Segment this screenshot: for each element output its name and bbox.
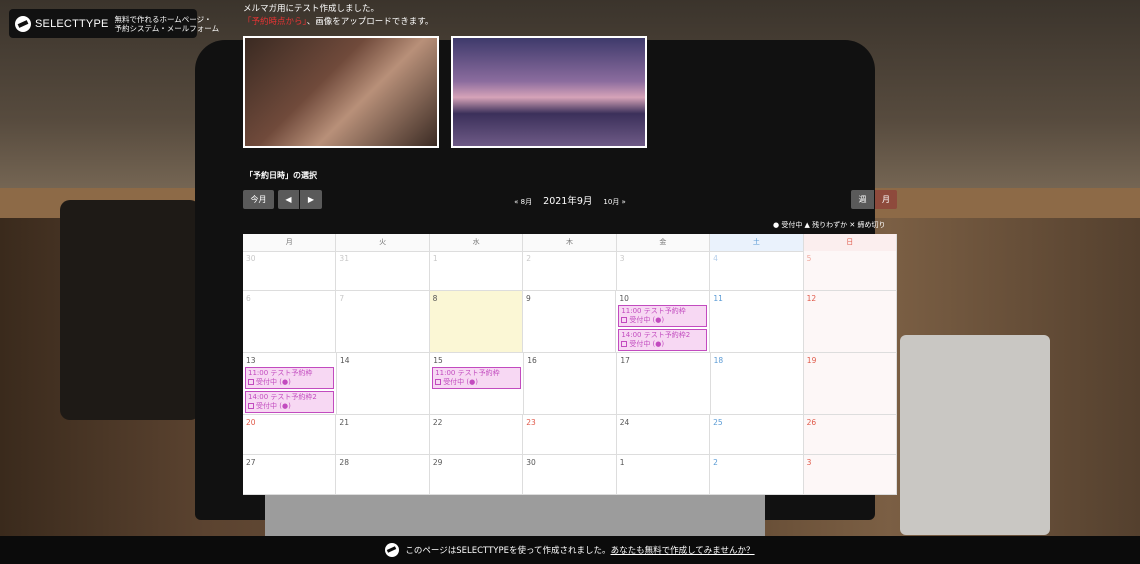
event-title: 14:00 テスト予約枠2 bbox=[621, 331, 691, 339]
day-cell[interactable]: 30 bbox=[243, 251, 337, 291]
day-cell[interactable]: 1 bbox=[616, 455, 711, 495]
event-status: 受付中 (●) bbox=[256, 402, 291, 410]
logo-tagline: 無料で作れるホームページ・ 予約システム・メールフォーム bbox=[114, 14, 220, 33]
day-cell[interactable]: 18 bbox=[710, 353, 804, 415]
day-cell[interactable]: 13 11:00 テスト予約枠 受付中 (●) 14:00 テスト予約枠2 受付… bbox=[243, 353, 337, 415]
day-cell[interactable]: 30 bbox=[523, 455, 617, 495]
day-cell[interactable]: 3 bbox=[616, 251, 711, 291]
day-cell[interactable]: 3 bbox=[803, 455, 897, 495]
day-cell[interactable]: 2 bbox=[710, 455, 804, 495]
day-cell[interactable]: 5 bbox=[803, 251, 897, 291]
intro-text: メルマガ用にテスト作成しました。 「予約時点から」、画像をアップロードできます。 bbox=[243, 4, 434, 27]
day-cell[interactable]: 21 bbox=[336, 415, 430, 455]
footer: このページはSELECTTYPEを使って作成されました。 あなたも無料で作成して… bbox=[0, 536, 1140, 564]
calendar: 月 火 水 木 金 土 日 30 31 1 2 3 4 5 6 7 8 9 10… bbox=[243, 234, 897, 495]
day-number: 10 bbox=[619, 294, 629, 303]
day-cell[interactable]: 1 bbox=[429, 251, 524, 291]
prev-month-link[interactable]: « 8月 bbox=[514, 198, 532, 206]
day-cell[interactable]: 19 bbox=[803, 353, 897, 415]
event-slot[interactable]: 11:00 テスト予約枠 受付中 (●) bbox=[245, 367, 334, 389]
event-title: 11:00 テスト予約枠 bbox=[435, 369, 500, 377]
calendar-header: 月 火 水 木 金 土 日 bbox=[243, 234, 897, 252]
next-month-link[interactable]: 10月 » bbox=[603, 198, 625, 206]
day-cell[interactable]: 23 bbox=[523, 415, 617, 455]
weekday-thu: 木 bbox=[523, 234, 617, 252]
day-cell[interactable]: 10 11:00 テスト予約枠 受付中 (●) 14:00 テスト予約枠2 受付… bbox=[616, 291, 711, 353]
day-number: 15 bbox=[433, 356, 443, 365]
day-cell[interactable]: 17 bbox=[617, 353, 711, 415]
day-cell[interactable]: 7 bbox=[336, 291, 430, 353]
event-title: 11:00 テスト予約枠 bbox=[621, 307, 686, 315]
day-cell[interactable]: 25 bbox=[710, 415, 804, 455]
footer-link[interactable]: あなたも無料で作成してみませんか？ bbox=[611, 544, 755, 556]
day-number: 13 bbox=[246, 356, 256, 365]
event-title: 11:00 テスト予約枠 bbox=[248, 369, 313, 377]
weekday-sun: 日 bbox=[803, 234, 897, 252]
event-status: 受付中 (●) bbox=[443, 378, 478, 386]
selecttype-logo-icon bbox=[15, 15, 31, 32]
weekday-fri: 金 bbox=[616, 234, 711, 252]
event-slot[interactable]: 14:00 テスト予約枠2 受付中 (●) bbox=[618, 329, 708, 351]
selecttype-logo[interactable]: SELECTTYPE 無料で作れるホームページ・ 予約システム・メールフォーム bbox=[9, 9, 219, 38]
day-cell[interactable]: 6 bbox=[243, 291, 337, 353]
event-status: 受付中 (●) bbox=[256, 378, 291, 386]
weekday-sat: 土 bbox=[710, 234, 804, 252]
weekday-tue: 火 bbox=[336, 234, 430, 252]
day-cell[interactable]: 20 bbox=[243, 415, 337, 455]
current-month: 2021年9月 bbox=[543, 196, 593, 207]
event-status: 受付中 (●) bbox=[629, 340, 665, 348]
day-cell[interactable]: 29 bbox=[429, 455, 524, 495]
calendar-icon bbox=[248, 403, 254, 409]
weekday-wed: 水 bbox=[429, 234, 524, 252]
calendar-icon bbox=[621, 317, 628, 323]
day-cell[interactable]: 11 bbox=[710, 291, 804, 353]
day-cell[interactable]: 15 11:00 テスト予約枠 受付中 (●) bbox=[430, 353, 525, 415]
windmill-photo bbox=[451, 36, 647, 148]
section-title: 「予約日時」の選択 bbox=[245, 171, 317, 180]
event-slot[interactable]: 11:00 テスト予約枠 受付中 (●) bbox=[432, 367, 522, 389]
today-cell[interactable]: 8 bbox=[429, 291, 523, 353]
calendar-icon bbox=[621, 341, 628, 347]
month-view-button[interactable]: 月 bbox=[875, 190, 897, 209]
calendar-icon bbox=[248, 379, 254, 385]
day-cell[interactable]: 2 bbox=[523, 251, 617, 291]
day-cell[interactable]: 24 bbox=[616, 415, 711, 455]
day-cell[interactable]: 16 bbox=[524, 353, 618, 415]
selecttype-logo-icon bbox=[385, 543, 400, 557]
day-cell[interactable]: 31 bbox=[336, 251, 430, 291]
calendar-icon bbox=[435, 379, 442, 385]
event-title: 14:00 テスト予約枠2 bbox=[248, 393, 317, 401]
day-cell[interactable]: 26 bbox=[803, 415, 897, 455]
event-slot[interactable]: 14:00 テスト予約枠2 受付中 (●) bbox=[245, 391, 334, 413]
weekday-mon: 月 bbox=[243, 234, 337, 252]
month-nav: « 8月 2021年9月 10月 » bbox=[0, 193, 1140, 207]
logo-name: SELECTTYPE bbox=[35, 17, 109, 30]
day-cell[interactable]: 4 bbox=[710, 251, 804, 291]
day-cell[interactable]: 28 bbox=[336, 455, 430, 495]
event-slot[interactable]: 11:00 テスト予約枠 受付中 (●) bbox=[618, 305, 708, 327]
day-cell[interactable]: 9 bbox=[523, 291, 617, 353]
footer-text: このページはSELECTTYPEを使って作成されました。 bbox=[405, 546, 611, 556]
week-view-button[interactable]: 週 bbox=[851, 190, 874, 209]
status-legend: ● 受付中 ▲ 残りわずか ✕ 締め切り bbox=[773, 221, 886, 229]
day-cell[interactable]: 12 bbox=[803, 291, 897, 353]
day-cell[interactable]: 14 bbox=[337, 353, 431, 415]
event-status: 受付中 (●) bbox=[629, 316, 665, 324]
day-cell[interactable]: 22 bbox=[429, 415, 524, 455]
day-cell[interactable]: 27 bbox=[243, 455, 337, 495]
guitar-photo bbox=[243, 36, 439, 148]
